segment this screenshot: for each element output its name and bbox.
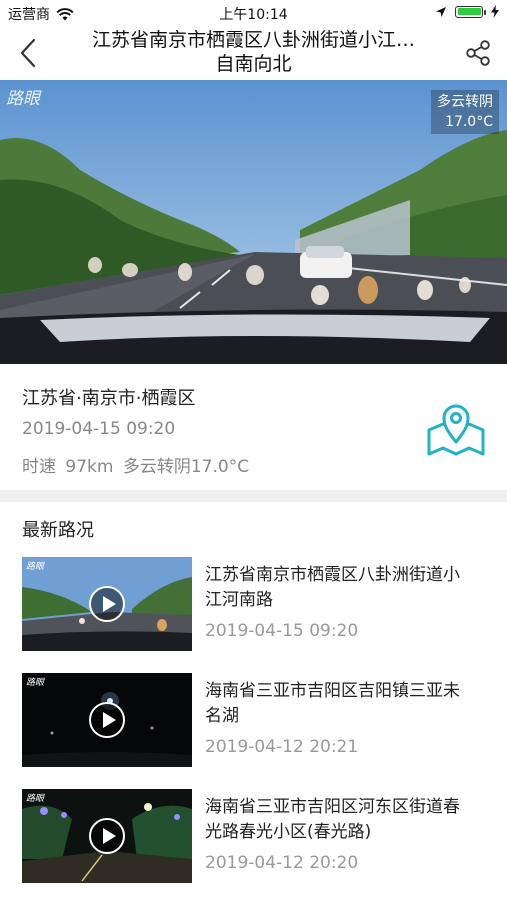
weather-overlay: 多云转阴 17.0°C <box>431 90 499 134</box>
section-divider <box>0 490 507 502</box>
map-pin-icon <box>427 404 485 456</box>
nav-bar: 江苏省南京市栖霞区八卦洲街道小江… 自南向北 <box>0 26 507 80</box>
charging-icon <box>491 5 499 18</box>
page-title-line1: 江苏省南京市栖霞区八卦洲街道小江… <box>91 29 415 51</box>
status-time: 上午10:14 <box>219 7 288 23</box>
video-thumbnail[interactable]: 路眼 <box>22 673 192 767</box>
info-card: 江苏省·南京市·栖霞区 2019-04-15 09:20 时速 97km 多云转… <box>0 364 507 490</box>
list-item-title: 海南省三亚市吉阳区河东区街道春光路春光小区(春光路) <box>205 797 460 842</box>
list-item[interactable]: 路眼 海南省三亚市吉阳区河东区街道春光路春光小区(春光路) 2019-04-12… <box>0 789 507 889</box>
status-right <box>435 5 499 18</box>
thumbnail-watermark: 路眼 <box>26 562 45 572</box>
thumbnail-watermark: 路眼 <box>26 678 45 688</box>
weather-condition: 多云转阴 <box>437 94 493 110</box>
weather-temperature: 17.0°C <box>445 114 493 130</box>
share-icon <box>466 40 490 66</box>
list-item-time: 2019-04-12 20:21 <box>205 737 359 757</box>
back-icon <box>20 38 36 68</box>
thumbnail-watermark: 路眼 <box>26 794 45 804</box>
speed-weather-text: 时速 97km 多云转阴17.0°C <box>22 457 250 477</box>
page-title: 江苏省南京市栖霞区八卦洲街道小江… 自南向北 <box>58 28 449 76</box>
list-item-time: 2019-04-12 20:20 <box>205 853 359 873</box>
share-button[interactable] <box>463 38 493 68</box>
play-icon[interactable] <box>89 818 125 854</box>
video-player[interactable]: 路眼 多云转阴 17.0°C <box>0 80 507 364</box>
list-item[interactable]: 路眼 海南省三亚市吉阳区吉阳镇三亚未名湖 2019-04-12 20:21 <box>0 673 507 773</box>
page-title-direction: 自南向北 <box>215 53 292 75</box>
location-arrow-icon <box>436 6 446 17</box>
status-bar: 运营商 上午10:14 <box>0 0 507 26</box>
map-button[interactable] <box>425 398 487 458</box>
play-icon[interactable] <box>89 586 125 622</box>
list-item[interactable]: 路眼 江苏省南京市栖霞区八卦洲街道小江河南路 2019-04-15 09:20 <box>0 557 507 657</box>
play-icon[interactable] <box>89 702 125 738</box>
video-thumbnail[interactable]: 路眼 <box>22 789 192 883</box>
list-item-time: 2019-04-15 09:20 <box>205 621 359 641</box>
back-button[interactable] <box>14 36 44 70</box>
list-item-title: 海南省三亚市吉阳区吉阳镇三亚未名湖 <box>205 681 460 726</box>
datetime-text: 2019-04-15 09:20 <box>22 419 176 439</box>
video-thumbnail[interactable]: 路眼 <box>22 557 192 651</box>
section-title-latest: 最新路况 <box>22 520 94 541</box>
location-text: 江苏省·南京市·栖霞区 <box>22 388 196 409</box>
video-watermark: 路眼 <box>6 89 40 109</box>
list-item-title: 江苏省南京市栖霞区八卦洲街道小江河南路 <box>205 565 460 610</box>
battery-icon <box>455 5 486 18</box>
